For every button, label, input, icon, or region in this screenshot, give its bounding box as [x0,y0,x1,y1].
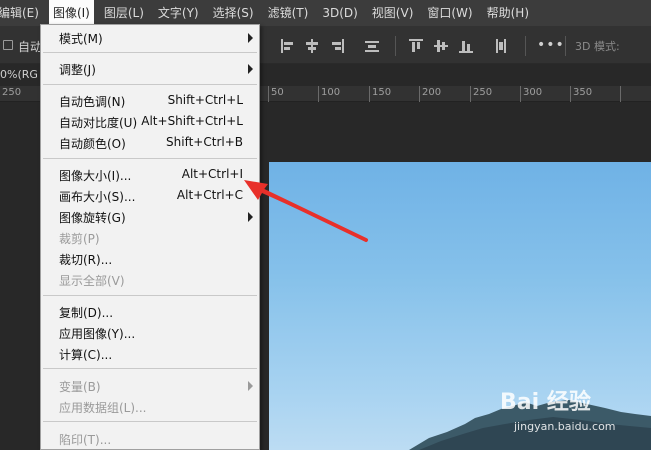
menu-item-label: 裁切(R)... [59,253,113,267]
menu-separator [43,158,257,159]
ruler-label: 100 [321,87,341,98]
distribute-vertical-icon[interactable] [494,39,508,53]
ruler-tick [620,86,621,102]
image-menu-dropdown: 模式(M) 调整(J) 自动色调(N) Shift+Ctrl+L 自动对比度(U… [40,24,260,450]
ruler-label: 250 [473,87,493,98]
ruler-tick [570,86,571,102]
menu-item-label: 应用图像(Y)... [59,327,136,341]
menu-item-label: 陷印(T)... [59,433,112,447]
submenu-arrow-icon [248,64,253,74]
submenu-arrow-icon [248,33,253,43]
ruler-tick [268,86,269,102]
menu-item-label: 自动对比度(U) [59,116,138,130]
align-distribute-icon[interactable] [365,39,379,53]
ruler-tick [520,86,521,102]
menu-item-variables[interactable]: 变量(B) [41,375,259,396]
menu-item-trim[interactable]: 裁切(R)... [41,248,259,269]
menu-item-image-size[interactable]: 图像大小(I)... Alt+Ctrl+I [41,164,259,185]
menu-item-label: 画布大小(S)... [59,190,136,204]
ruler-tick [369,86,370,102]
menu-item-shortcut: Alt+Ctrl+C [176,188,243,202]
menu-item-trap[interactable]: 陷印(T)... [41,428,259,449]
ruler-tick [318,86,319,102]
menu-item-crop[interactable]: 裁剪(P) [41,227,259,248]
menu-edit[interactable]: 编辑(E) [0,0,43,26]
submenu-arrow-icon [248,212,253,222]
menu-separator [43,52,257,53]
ruler-label: 300 [523,87,543,98]
menu-3d[interactable]: 3D(D) [318,0,361,26]
menu-item-image-rotation[interactable]: 图像旋转(G) [41,206,259,227]
menu-item-shortcut: Shift+Ctrl+B [166,135,243,149]
ruler-tick [419,86,420,102]
ruler-label: 200 [422,87,442,98]
toolbar-separator [525,36,526,56]
menu-item-label: 计算(C)... [59,348,113,362]
menu-item-duplicate[interactable]: 复制(D)... [41,301,259,322]
menu-item-reveal-all[interactable]: 显示全部(V) [41,269,259,290]
menu-window[interactable]: 窗口(W) [423,0,476,26]
menu-separator [43,295,257,296]
menu-item-label: 变量(B) [59,380,101,394]
menu-item-auto-color[interactable]: 自动颜色(O) Shift+Ctrl+B [41,132,259,153]
menu-item-label: 调整(J) [59,63,96,77]
menu-item-shortcut: Shift+Ctrl+L [167,93,243,107]
ruler-tick [470,86,471,102]
menu-item-apply-image[interactable]: 应用图像(Y)... [41,322,259,343]
auto-select-label: 自动 [18,40,43,54]
menu-bar: 编辑(E) 图像(I) 图层(L) 文字(Y) 选择(S) 滤镜(T) 3D(D… [0,0,651,26]
menu-separator [43,421,257,422]
menu-separator [43,84,257,85]
baidu-watermark: Bai 经验 jingyan.baidu.com [500,384,640,436]
menu-item-adjust[interactable]: 调整(J) [41,58,259,79]
menu-item-auto-contrast[interactable]: 自动对比度(U) Alt+Shift+Ctrl+L [41,111,259,132]
menu-item-label: 图像旋转(G) [59,211,126,225]
menu-item-label: 应用数据组(L)... [59,401,147,415]
auto-select-checkbox[interactable] [3,40,13,50]
menu-item-label: 显示全部(V) [59,274,125,288]
menu-select[interactable]: 选择(S) [209,0,258,26]
menu-type[interactable]: 文字(Y) [154,0,203,26]
align-bottom-icon[interactable] [459,39,473,53]
ruler-label: 50 [271,87,284,98]
menu-help[interactable]: 帮助(H) [483,0,533,26]
menu-item-mode[interactable]: 模式(M) [41,27,259,48]
align-left-icon[interactable] [281,39,295,53]
watermark-url: jingyan.baidu.com [514,420,616,433]
align-vcenter-icon[interactable] [434,39,448,53]
menu-item-label: 自动颜色(O) [59,137,126,151]
ruler-label: 150 [372,87,392,98]
ruler-label: 250 [2,87,22,98]
menu-item-label: 自动色调(N) [59,95,126,109]
ruler-label: 350 [573,87,593,98]
align-top-icon[interactable] [409,39,423,53]
menu-filter[interactable]: 滤镜(T) [264,0,313,26]
align-hcenter-icon[interactable] [305,39,319,53]
menu-item-calculations[interactable]: 计算(C)... [41,343,259,364]
watermark-brand: Bai 经验 [500,390,591,415]
toolbar-separator [395,36,396,56]
align-right-icon[interactable] [330,39,344,53]
menu-item-label: 模式(M) [59,32,103,46]
toolbar-separator [565,36,566,56]
menu-item-label: 图像大小(I)... [59,169,132,183]
submenu-arrow-icon [248,381,253,391]
menu-item-shortcut: Alt+Ctrl+I [181,167,243,181]
document-tab-title: 0%(RG [0,68,38,81]
menu-item-shortcut: Alt+Shift+Ctrl+L [141,114,243,128]
menu-item-canvas-size[interactable]: 画布大小(S)... Alt+Ctrl+C [41,185,259,206]
more-options-icon[interactable]: ••• [537,37,565,53]
menu-layer[interactable]: 图层(L) [100,0,148,26]
menu-item-apply-data-set[interactable]: 应用数据组(L)... [41,396,259,417]
3d-mode-label: 3D 模式: [575,40,620,53]
menu-separator [43,368,257,369]
menu-item-label: 复制(D)... [59,306,114,320]
menu-image[interactable]: 图像(I) [48,0,94,26]
menu-view[interactable]: 视图(V) [368,0,418,26]
menu-item-label: 裁剪(P) [59,232,100,246]
menu-item-auto-tone[interactable]: 自动色调(N) Shift+Ctrl+L [41,90,259,111]
